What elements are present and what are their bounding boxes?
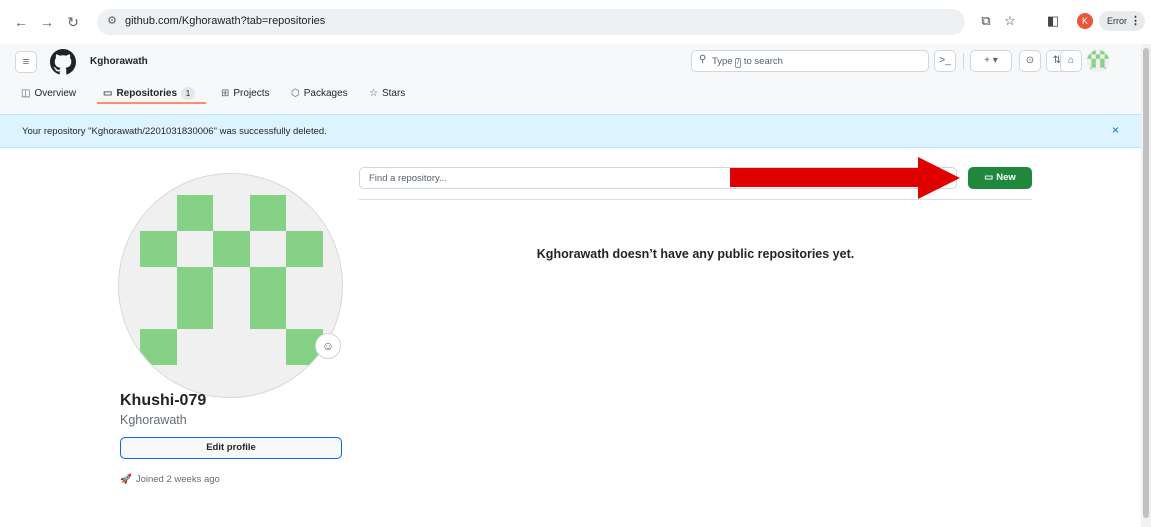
scrollbar-thumb[interactable] [1143, 48, 1149, 518]
search-shortcut-key: / [735, 58, 742, 68]
set-status-button[interactable]: ☺ [315, 333, 341, 359]
site-info-icon[interactable]: ⚙ [105, 14, 119, 28]
profile-display-name: Khushi-079 [120, 392, 207, 409]
browser-profile-avatar[interactable]: K [1077, 13, 1093, 29]
search-suffix: to search [743, 56, 783, 67]
reload-icon[interactable]: ↻ [64, 13, 82, 31]
flash-message: Your repository "Kghorawath/220103183000… [22, 126, 327, 137]
back-icon[interactable]: ← [12, 13, 30, 31]
tab-overview[interactable]: ◫ Overview [21, 84, 76, 104]
command-palette-button[interactable]: >_ [934, 50, 956, 72]
search-input[interactable]: ⚲ Type / to search [691, 50, 929, 72]
side-panel-icon[interactable]: ◧ [1043, 11, 1063, 31]
issue-circle-icon: ⊙ [1025, 55, 1035, 66]
install-app-icon[interactable]: ⧉ [976, 11, 996, 31]
terminal-icon: >_ [939, 55, 951, 66]
tab-projects-label: Projects [233, 88, 270, 99]
table-icon: ⊞ [221, 88, 230, 99]
annotation-arrow-icon [730, 157, 960, 199]
search-label: Type [712, 56, 733, 67]
smiley-icon: ☺ [321, 339, 335, 353]
create-new-button[interactable]: + ▾ [970, 50, 1012, 72]
tab-packages-label: Packages [303, 88, 348, 99]
profile-username: Kghorawath [120, 413, 187, 427]
error-label: Error [1107, 16, 1127, 26]
forward-icon[interactable]: → [38, 13, 56, 31]
joined-text: Joined 2 weeks ago [135, 474, 220, 485]
package-icon: ⬡ [291, 88, 300, 99]
search-icon: ⚲ [699, 54, 707, 65]
repositories-count-badge: 1 [181, 87, 196, 100]
bookmark-star-icon[interactable]: ☆ [1000, 11, 1020, 31]
github-logo-icon[interactable] [50, 49, 76, 75]
browser-toolbar: ← → ↻ ⚙ github.com/Kghorawath?tab=reposi… [0, 0, 1151, 44]
tab-packages[interactable]: ⬡ Packages [291, 84, 348, 104]
tab-stars-label: Stars [381, 88, 406, 99]
header-divider [963, 53, 964, 69]
active-tab-underline [97, 102, 206, 104]
tab-projects[interactable]: ⊞ Projects [221, 84, 270, 104]
new-button-label: New [996, 172, 1016, 183]
find-repository-placeholder: Find a repository... [369, 173, 447, 184]
flash-banner: Your repository "Kghorawath/220103183000… [0, 114, 1141, 148]
issues-button[interactable]: ⊙ [1019, 50, 1041, 72]
search-placeholder: Type / to search [712, 56, 783, 68]
repo-icon: ▭ [984, 172, 994, 183]
hamburger-menu-button[interactable]: ≡ [15, 51, 37, 73]
rocket-icon: 🚀 [120, 474, 132, 485]
url-text: github.com/Kghorawath?tab=repositories [125, 15, 326, 27]
error-button[interactable]: Error ⋮ [1099, 11, 1145, 31]
tab-repositories-label: Repositories [116, 88, 178, 99]
repo-list-divider [359, 199, 1032, 200]
book-icon: ◫ [21, 88, 31, 99]
address-bar[interactable]: ⚙ github.com/Kghorawath?tab=repositories [97, 9, 965, 35]
star-icon: ☆ [369, 88, 378, 99]
profile-avatar[interactable] [118, 173, 343, 398]
identicon-large [140, 195, 323, 365]
tab-overview-label: Overview [34, 88, 77, 99]
tab-repositories[interactable]: ▭ Repositories 1 [103, 84, 196, 104]
header-username[interactable]: Kghorawath [90, 56, 148, 67]
menu-dots-icon: ⋮ [1130, 15, 1141, 27]
repo-icon: ▭ [103, 88, 113, 99]
close-icon[interactable]: × [1112, 123, 1119, 137]
new-repository-button[interactable]: ▭ New [968, 167, 1032, 189]
identicon-small [1087, 50, 1109, 72]
inbox-button[interactable]: ⌂ [1060, 50, 1082, 72]
edit-profile-button[interactable]: Edit profile [120, 437, 342, 459]
inbox-icon: ⌂ [1067, 55, 1075, 66]
user-avatar[interactable] [1087, 50, 1109, 72]
joined-date: 🚀 Joined 2 weeks ago [120, 474, 220, 485]
scrollbar[interactable] [1141, 44, 1151, 527]
empty-repositories-message: Kghorawath doesn’t have any public repos… [536, 247, 855, 261]
tab-stars[interactable]: ☆ Stars [369, 84, 405, 104]
